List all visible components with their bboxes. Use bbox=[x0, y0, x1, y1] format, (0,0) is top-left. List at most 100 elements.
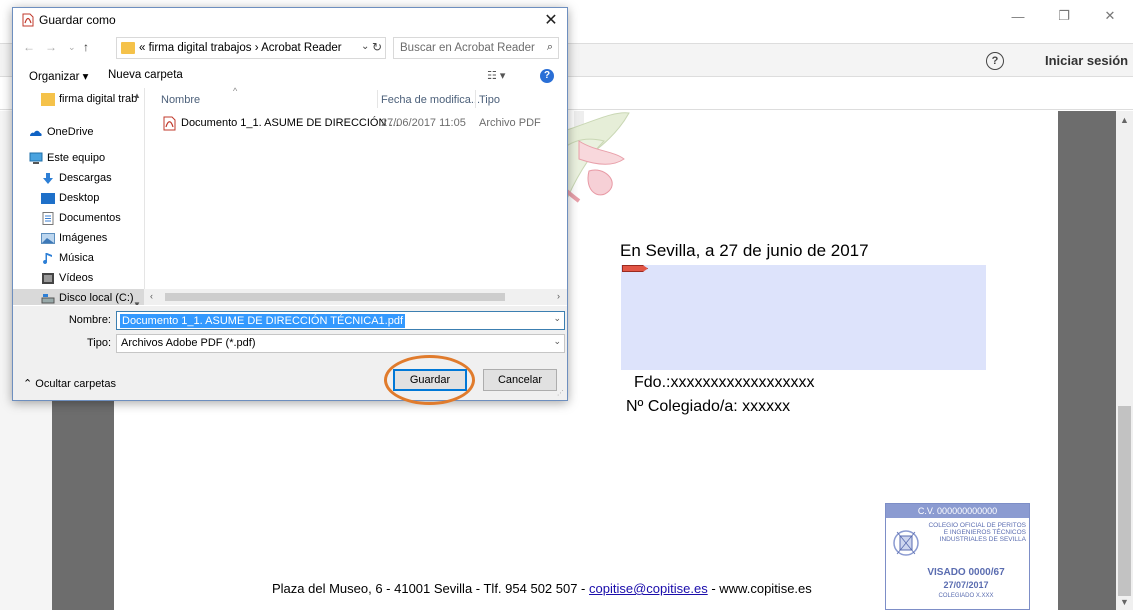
search-input[interactable]: Buscar en Acrobat Reader ⌕ bbox=[393, 37, 559, 59]
sign-here-flag[interactable] bbox=[622, 265, 648, 272]
column-header-type[interactable]: Tipo bbox=[479, 94, 500, 106]
window-controls: — ❐ ✕ bbox=[995, 0, 1133, 32]
scroll-right-icon[interactable]: › bbox=[557, 291, 560, 301]
back-arrow-icon[interactable]: ← bbox=[23, 40, 35, 54]
footer-web: - www.copitise.es bbox=[711, 581, 812, 596]
chevron-down-icon[interactable]: ⌄ bbox=[361, 41, 369, 52]
pdf-file-icon bbox=[163, 116, 176, 131]
stamp-date: 27/07/2017 bbox=[943, 580, 989, 590]
sidebar-item-disco-local[interactable]: Disco local (C:) bbox=[13, 289, 144, 305]
restore-button[interactable]: ❐ bbox=[1041, 0, 1087, 32]
address-bar[interactable]: « firma digital trabajos › Acrobat Reade… bbox=[116, 37, 386, 59]
right-margin-rail bbox=[1058, 111, 1116, 610]
sidebar-item-label: firma digital trab bbox=[59, 93, 138, 105]
help-icon[interactable]: ? bbox=[540, 69, 554, 83]
save-fields: Nombre: Documento 1_1. ASUME DE DIRECCIÓ… bbox=[13, 306, 567, 356]
sidebar-item-label: Música bbox=[59, 252, 94, 264]
videos-icon bbox=[42, 273, 54, 284]
filetype-select[interactable]: Archivos Adobe PDF (*.pdf) ⌄ bbox=[116, 334, 565, 353]
desktop-icon bbox=[41, 193, 55, 204]
folder-icon bbox=[41, 93, 55, 106]
organize-button[interactable]: Organizar ▾ bbox=[29, 69, 88, 83]
signin-link[interactable]: Iniciar sesión bbox=[1045, 53, 1128, 68]
save-as-dialog: Guardar como ✕ ← → ⌄ ↑ « firma digital t… bbox=[12, 7, 568, 405]
minimize-button[interactable]: — bbox=[995, 0, 1041, 32]
column-header-name[interactable]: Nombre bbox=[161, 94, 200, 106]
column-separator[interactable] bbox=[475, 90, 476, 108]
dialog-footer: ⌃ Ocultar carpetas Guardar Cancelar ⋰ bbox=[13, 356, 567, 400]
scroll-down-icon[interactable]: ▼ bbox=[1118, 595, 1131, 609]
file-list: ^ Nombre Fecha de modifica... Tipo Docum… bbox=[144, 86, 568, 305]
breadcrumb[interactable]: « firma digital trabajos › Acrobat Reade… bbox=[139, 42, 342, 54]
scroll-up-icon[interactable]: ▲ bbox=[1118, 113, 1131, 127]
cancel-button[interactable]: Cancelar bbox=[483, 369, 557, 391]
sidebar-item-label: Imágenes bbox=[59, 232, 108, 244]
nav-scroll-down-icon[interactable]: ▼ bbox=[133, 300, 141, 305]
search-icon[interactable]: ⌕ bbox=[547, 41, 553, 54]
address-row: ← → ⌄ ↑ « firma digital trabajos › Acrob… bbox=[13, 36, 567, 60]
hide-folders-label: Ocultar carpetas bbox=[35, 378, 116, 390]
navigation-pane: firma digital trab ▲ OneDrive Este equip… bbox=[13, 88, 144, 305]
column-separator[interactable] bbox=[377, 90, 378, 108]
chevron-down-icon[interactable]: ⌄ bbox=[553, 313, 561, 324]
column-header-date[interactable]: Fecha de modifica... bbox=[381, 94, 480, 106]
sidebar-item-label: OneDrive bbox=[47, 126, 94, 138]
new-folder-button[interactable]: Nueva carpeta bbox=[108, 69, 183, 81]
onedrive-icon bbox=[30, 130, 42, 136]
sidebar-item-descargas[interactable]: Descargas bbox=[13, 169, 144, 189]
sidebar-item-onedrive[interactable]: OneDrive bbox=[13, 123, 144, 143]
forward-arrow-icon[interactable]: → bbox=[45, 40, 57, 54]
up-arrow-icon[interactable]: ↑ bbox=[83, 40, 89, 54]
filename-value[interactable]: Documento 1_1. ASUME DE DIRECCIÓN TÉCNIC… bbox=[120, 314, 406, 328]
file-row[interactable]: Documento 1_1. ASUME DE DIRECCIÓN ... 27… bbox=[155, 114, 567, 134]
scrollbar-thumb[interactable] bbox=[1118, 406, 1131, 596]
horizontal-scrollbar-thumb[interactable] bbox=[165, 293, 505, 301]
sidebar-item-firma-digital[interactable]: firma digital trab bbox=[13, 90, 144, 110]
chevron-down-icon[interactable]: ⌄ bbox=[553, 336, 561, 347]
help-icon[interactable]: ? bbox=[986, 52, 1004, 70]
file-list-header: ^ Nombre Fecha de modifica... Tipo bbox=[145, 86, 568, 110]
refresh-icon[interactable]: ↻ bbox=[372, 40, 382, 54]
sidebar-item-documentos[interactable]: Documentos bbox=[13, 209, 144, 229]
filetype-value: Archivos Adobe PDF (*.pdf) bbox=[121, 337, 256, 349]
sidebar-item-videos[interactable]: Vídeos bbox=[13, 269, 144, 289]
sidebar-item-musica[interactable]: Música bbox=[13, 249, 144, 269]
college-crest-icon bbox=[893, 530, 919, 556]
sidebar-item-desktop[interactable]: Desktop bbox=[13, 189, 144, 209]
acrobat-pdf-icon bbox=[22, 13, 34, 27]
filename-field[interactable]: Documento 1_1. ASUME DE DIRECCIÓN TÉCNIC… bbox=[116, 311, 565, 330]
scroll-left-icon[interactable]: ‹ bbox=[150, 291, 153, 301]
recent-chevron-icon[interactable]: ⌄ bbox=[68, 42, 76, 53]
stamp-visado: VISADO 0000/67 bbox=[927, 567, 1005, 578]
nav-scroll-up-icon[interactable]: ▲ bbox=[133, 91, 141, 100]
sidebar-item-este-equipo[interactable]: Este equipo bbox=[13, 149, 144, 169]
dialog-title: Guardar como bbox=[39, 13, 116, 27]
sidebar-item-label: Vídeos bbox=[59, 272, 94, 284]
sidebar-item-label: Este equipo bbox=[47, 152, 106, 164]
footer-email-link[interactable]: copitise@copitise.es bbox=[589, 581, 708, 596]
sidebar-item-label: Desktop bbox=[59, 192, 100, 204]
colegiado-text: Nº Colegiado/a: xxxxxx bbox=[626, 398, 791, 415]
computer-icon bbox=[29, 152, 43, 164]
close-icon[interactable]: ✕ bbox=[535, 8, 567, 34]
stamp-college-name: COLEGIO OFICIAL DE PERITOS E INGENIEROS … bbox=[928, 522, 1026, 543]
place-date-text: En Sevilla, a 27 de junio de 2017 bbox=[620, 241, 869, 260]
name-label: Nombre: bbox=[68, 314, 111, 326]
stamp-colegiado: COLEGIADO X.XXX bbox=[938, 593, 994, 599]
hide-folders-toggle[interactable]: ⌃ Ocultar carpetas bbox=[23, 377, 116, 390]
sidebar-item-imagenes[interactable]: Imágenes bbox=[13, 229, 144, 249]
documents-icon bbox=[42, 212, 54, 225]
stamp-cv-number: C.V. 000000000000 bbox=[886, 504, 1029, 518]
close-window-button[interactable]: ✕ bbox=[1087, 0, 1133, 32]
music-icon bbox=[43, 253, 52, 264]
view-options-icon[interactable]: ☷ ▾ bbox=[487, 69, 505, 82]
highlight-annotation bbox=[384, 355, 475, 405]
signature-field[interactable] bbox=[621, 265, 986, 370]
dialog-titlebar[interactable]: Guardar como ✕ bbox=[13, 8, 567, 34]
search-placeholder: Buscar en Acrobat Reader bbox=[400, 42, 535, 54]
footer-address: Plaza del Museo, 6 - 41001 Sevilla - Tlf… bbox=[272, 581, 590, 596]
folder-icon bbox=[121, 42, 135, 54]
sidebar-item-label: Disco local (C:) bbox=[59, 292, 134, 304]
resize-grip-icon[interactable]: ⋰ bbox=[557, 389, 564, 397]
signature-line-text: Fdo.:xxxxxxxxxxxxxxxxxx bbox=[634, 374, 815, 391]
